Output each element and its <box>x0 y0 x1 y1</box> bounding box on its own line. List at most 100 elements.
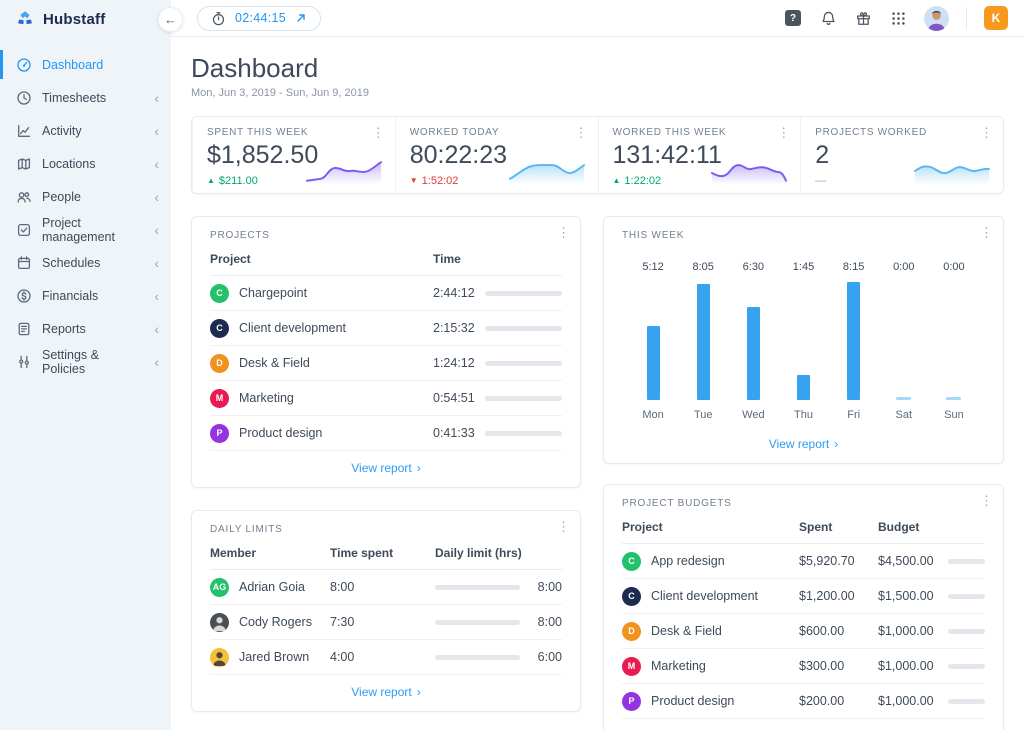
budget-value: $1,000.00 <box>878 694 940 708</box>
sparkline-chart <box>508 156 586 186</box>
view-report-link[interactable]: View report› <box>351 461 420 475</box>
card-title: PROJECT BUDGETS <box>622 498 985 509</box>
table-row: C Client development $1,200.00 $1,500.00 <box>622 579 985 614</box>
column-header-spent: Spent <box>799 520 878 534</box>
chart-bar <box>697 284 710 400</box>
column-header-project: Project <box>210 252 433 266</box>
project-avatar: P <box>210 424 229 443</box>
project-name-link[interactable]: Desk & Field <box>239 356 310 370</box>
table-row: Cody Rogers 7:30 8:00 <box>210 605 562 640</box>
daily-limit-value: 8:00 <box>530 615 562 629</box>
member-name-link[interactable]: Jared Brown <box>239 650 309 664</box>
chart-column: 0:00Sat <box>879 261 929 421</box>
organization-badge[interactable]: K <box>984 6 1008 30</box>
stat-label: PROJECTS WORKED <box>815 127 989 138</box>
member-name-link[interactable]: Adrian Goia <box>239 580 305 594</box>
project-avatar: M <box>622 657 641 676</box>
kebab-menu-icon[interactable]: ⋮ <box>777 126 790 139</box>
x-axis-label: Mon <box>642 409 663 421</box>
sparkline-chart <box>710 156 788 186</box>
sparkline-chart <box>305 156 383 186</box>
member-avatar: AG <box>210 578 229 597</box>
project-name-link[interactable]: Product design <box>239 426 322 440</box>
project-avatar: C <box>622 552 641 571</box>
budget-value: $4,500.00 <box>878 554 940 568</box>
brand-logo[interactable]: Hubstaff <box>0 0 171 38</box>
bar-value-label: 5:12 <box>642 261 663 273</box>
project-name-link[interactable]: Chargepoint <box>239 286 307 300</box>
sidebar-item-icon <box>16 321 32 337</box>
hubstaff-logo-icon <box>15 9 35 29</box>
view-report-link[interactable]: View report› <box>351 685 420 699</box>
budget-value: $1,000.00 <box>878 624 940 638</box>
project-name-link[interactable]: Client development <box>651 589 758 603</box>
card-title: THIS WEEK <box>622 230 985 241</box>
chart-bar <box>946 397 961 400</box>
chart-bar <box>797 375 810 400</box>
table-row: M Marketing 0:54:51 <box>210 381 562 416</box>
sidebar-item[interactable]: Timesheets ‹ <box>0 81 171 114</box>
limit-progress-bar <box>435 655 520 660</box>
table-row: D Desk & Field $600.00 $1,000.00 <box>622 614 985 649</box>
column-header-daily-limit: Daily limit (hrs) <box>435 546 562 560</box>
timer-value: 02:44:15 <box>235 11 286 25</box>
project-name-link[interactable]: Client development <box>239 321 346 335</box>
project-name-link[interactable]: App redesign <box>651 554 725 568</box>
daily-limits-table-body: AG Adrian Goia 8:00 8:00 <box>210 570 562 675</box>
sidebar-item-label: Reports <box>42 322 86 336</box>
project-name-link[interactable]: Desk & Field <box>651 624 722 638</box>
time-value: 1:24:12 <box>433 356 477 370</box>
table-row: P Product design $200.00 $1,000.00 <box>622 684 985 719</box>
limit-progress-bar <box>435 620 520 625</box>
budget-progress-bar <box>948 594 985 599</box>
project-name-link[interactable]: Marketing <box>651 659 706 673</box>
bar-value-label: 0:00 <box>943 261 964 273</box>
chevron-left-icon: ‹ <box>154 223 159 237</box>
projects-card: PROJECTS ⋮ Project Time C <box>191 216 581 488</box>
bar-value-label: 8:15 <box>843 261 864 273</box>
dashboard-content: Dashboard Mon, Jun 3, 2019 - Sun, Jun 9,… <box>171 37 1024 730</box>
kebab-menu-icon[interactable]: ⋮ <box>980 126 993 139</box>
sidebar-item[interactable]: Locations ‹ <box>0 147 171 180</box>
timer-widget[interactable]: 02:44:15 <box>197 6 321 31</box>
sidebar-item[interactable]: Dashboard ‹ <box>0 48 171 81</box>
sidebar-item-label: Project management <box>42 216 144 244</box>
member-name-link[interactable]: Cody Rogers <box>239 615 312 629</box>
table-header: Project Time <box>210 252 562 276</box>
sidebar-item[interactable]: Activity ‹ <box>0 114 171 147</box>
view-report-link[interactable]: View report› <box>769 437 838 451</box>
kebab-menu-icon[interactable]: ⋮ <box>557 226 570 239</box>
gift-icon[interactable] <box>854 9 872 27</box>
user-avatar[interactable] <box>924 6 949 31</box>
sidebar-item[interactable]: Schedules ‹ <box>0 246 171 279</box>
sidebar-item[interactable]: Settings & Policies ‹ <box>0 345 171 378</box>
spent-value: $5,920.70 <box>799 554 878 568</box>
topbar-actions: ? K <box>784 6 1008 31</box>
sidebar-collapse-button[interactable]: ← <box>158 7 183 32</box>
sidebar-item[interactable]: People ‹ <box>0 180 171 213</box>
daily-limits-card: DAILY LIMITS ⋮ Member Time spent Daily l… <box>191 510 581 712</box>
help-icon[interactable]: ? <box>784 9 802 27</box>
right-column: THIS WEEK ⋮ 5:12Mon8:05Tue6:30Wed1:45Thu… <box>603 216 1004 730</box>
open-timer-icon[interactable] <box>295 12 307 24</box>
notifications-bell-icon[interactable] <box>819 9 837 27</box>
apps-grid-icon[interactable] <box>889 9 907 27</box>
topbar-divider <box>966 7 967 29</box>
sidebar-item[interactable]: Financials ‹ <box>0 279 171 312</box>
sidebar-item[interactable]: Project management ‹ <box>0 213 171 246</box>
kebab-menu-icon[interactable]: ⋮ <box>980 494 993 507</box>
view-report-row: View report› <box>210 451 562 481</box>
stat-label: WORKED TODAY <box>410 127 584 138</box>
kebab-menu-icon[interactable]: ⋮ <box>557 520 570 533</box>
project-avatar: C <box>622 587 641 606</box>
project-name-link[interactable]: Product design <box>651 694 734 708</box>
kebab-menu-icon[interactable]: ⋮ <box>980 226 993 239</box>
kebab-menu-icon[interactable]: ⋮ <box>372 126 385 139</box>
delta-value: 1:52:02 <box>422 175 459 187</box>
view-report-row: View report› <box>622 719 985 730</box>
project-name-link[interactable]: Marketing <box>239 391 294 405</box>
kebab-menu-icon[interactable]: ⋮ <box>575 126 588 139</box>
chevron-left-icon: ‹ <box>154 289 159 303</box>
sidebar-item[interactable]: Reports ‹ <box>0 312 171 345</box>
delta-value: 1:22:02 <box>624 175 661 187</box>
